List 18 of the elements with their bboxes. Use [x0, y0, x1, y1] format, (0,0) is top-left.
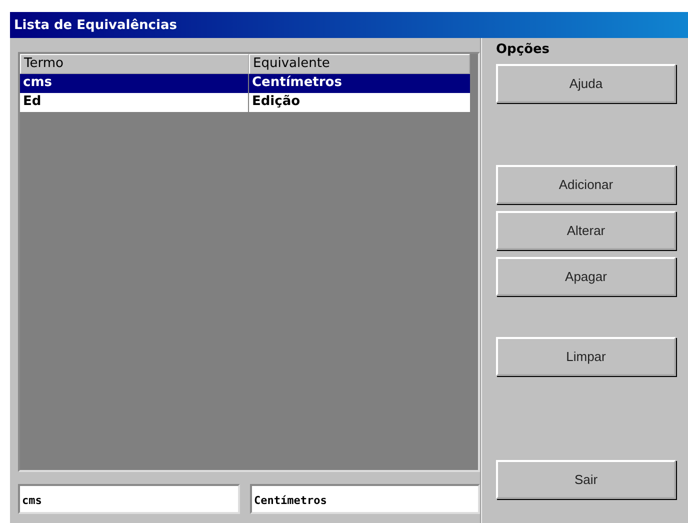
group-title: Opções: [496, 42, 550, 57]
action-button[interactable]: Alterar: [496, 211, 676, 250]
window-title: Lista de Equivalências: [10, 12, 688, 38]
action-button[interactable]: Adicionar: [496, 165, 676, 204]
list-row[interactable]: cms Centímetros: [20, 74, 470, 93]
list-row[interactable]: Ed Edição: [20, 93, 470, 112]
input-field[interactable]: Centímetros: [250, 484, 480, 514]
action-button[interactable]: Ajuda: [496, 64, 676, 103]
row-cell: Edição: [249, 93, 470, 112]
column-header[interactable]: Termo: [20, 54, 249, 74]
row-cell: Ed: [20, 93, 249, 112]
action-button[interactable]: Sair: [496, 460, 676, 499]
column-header[interactable]: Equivalente: [249, 54, 470, 74]
row-cell: Centímetros: [249, 74, 470, 93]
input-field[interactable]: cms: [18, 484, 240, 514]
action-button[interactable]: Apagar: [496, 257, 676, 296]
row-cell: cms: [20, 74, 249, 93]
action-button[interactable]: Limpar: [496, 337, 676, 376]
